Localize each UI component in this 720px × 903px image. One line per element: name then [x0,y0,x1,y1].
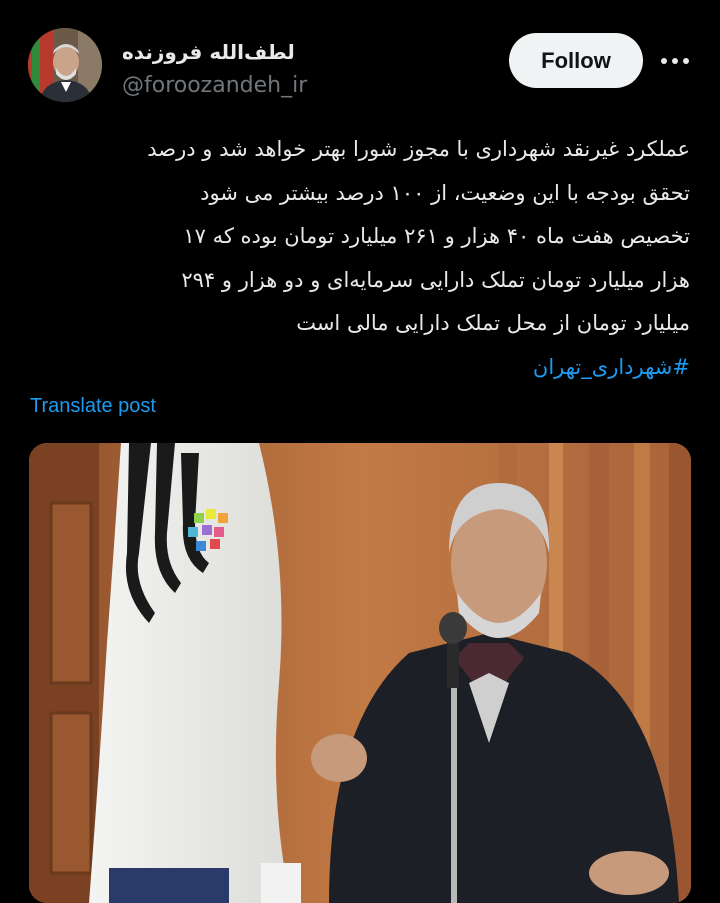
post-text-line: میلیارد تومان از محل تملک دارایی مالی اس… [296,311,690,335]
more-horizontal-icon [661,58,689,64]
post-photo-icon [29,443,691,903]
post-text-line: تحقق بودجه با این وضعیت، از ۱۰۰ درصد بیش… [200,180,690,205]
post-body: عملکرد غیرنقد شهرداری با مجوز شورا بهتر … [28,128,690,389]
avatar[interactable] [28,28,102,102]
post-image[interactable] [29,443,691,903]
post-text-line: هزار میلیارد تومان تملک دارایی سرمایه‌ای… [181,267,690,292]
post-text-line: عملکرد غیرنقد شهرداری با مجوز شورا بهتر … [147,137,690,161]
post-text-line: تخصیص هفت ماه ۴۰ هزار و ۲۶۱ میلیارد توما… [183,224,690,248]
avatar-photo-icon [28,28,102,102]
user-handle[interactable]: @foroozandeh_ir [122,73,307,98]
post-header: لطف‌الله فروزنده @foroozandeh_ir Follow [0,0,720,120]
display-name[interactable]: لطف‌الله فروزنده [122,40,295,64]
follow-button[interactable]: Follow [509,33,643,88]
translate-post-link[interactable]: Translate post [30,395,156,418]
more-options-button[interactable] [655,46,695,76]
hashtag-link[interactable]: #شهرداری_تهران [28,346,690,390]
